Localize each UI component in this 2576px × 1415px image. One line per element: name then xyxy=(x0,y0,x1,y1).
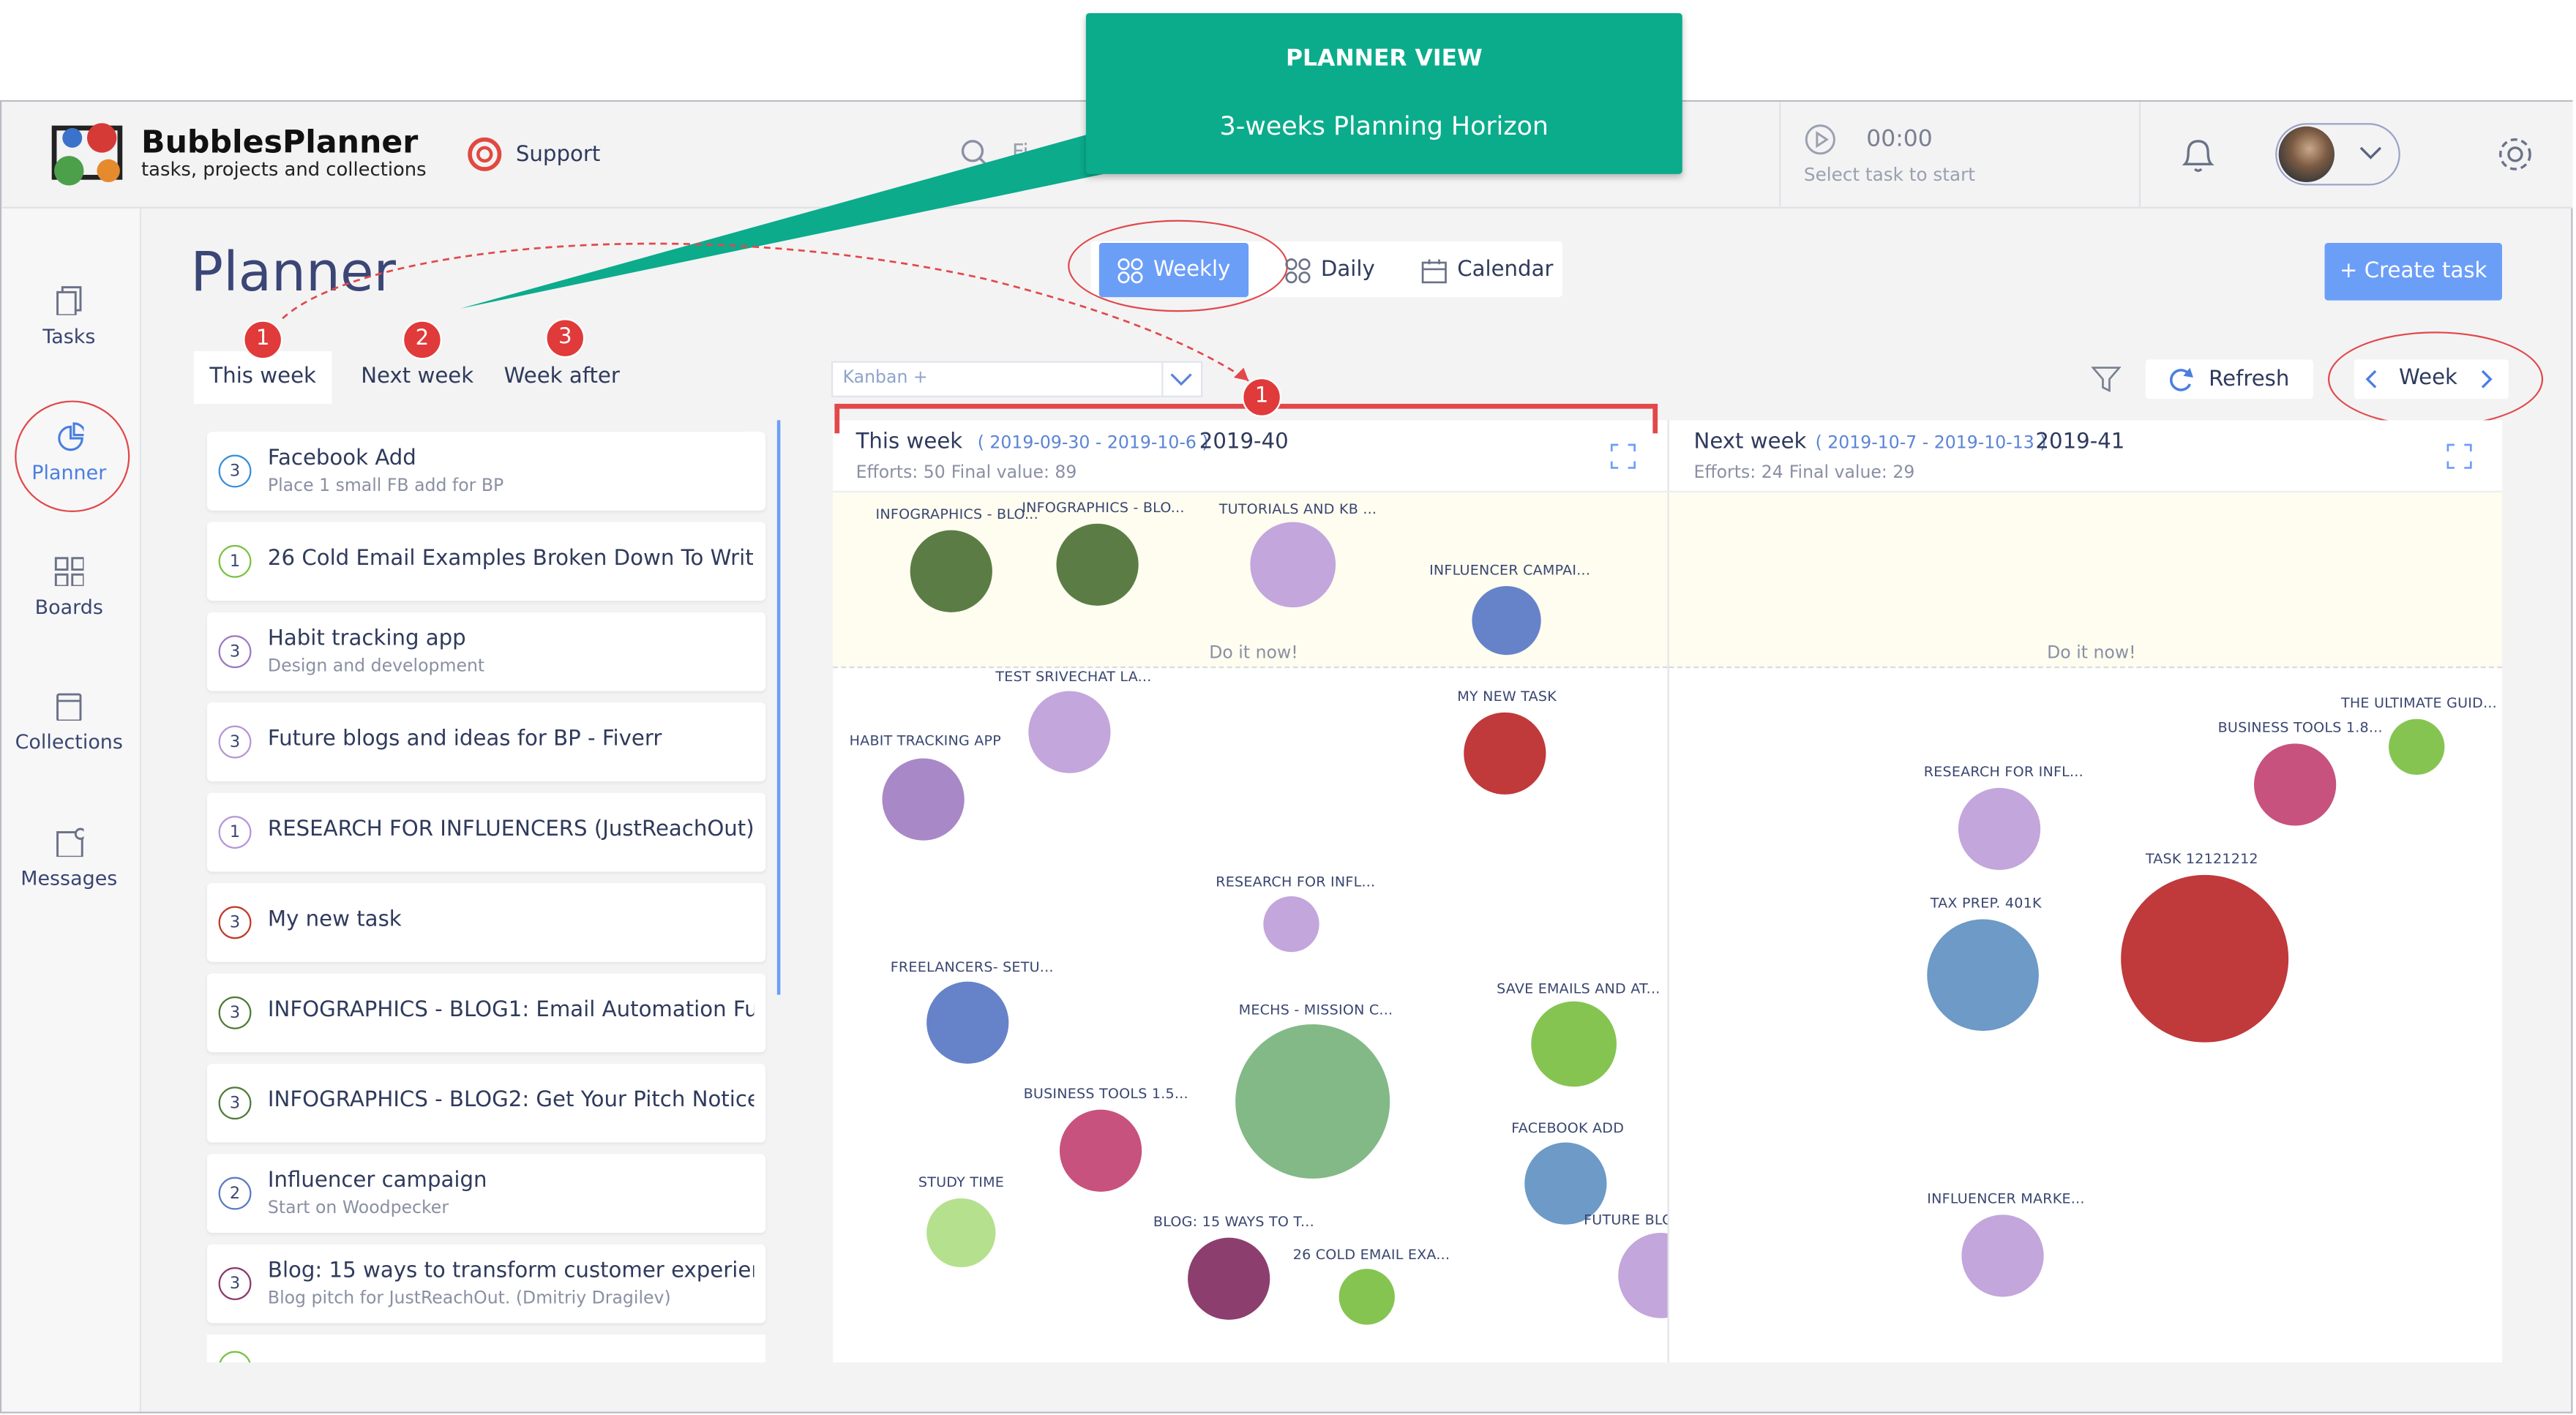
callout-title: PLANNER VIEW xyxy=(1285,45,1483,72)
callout-subtitle: 3-weeks Planning Horizon xyxy=(1219,111,1549,141)
callout-box: PLANNER VIEW 3-weeks Planning Horizon xyxy=(1085,12,1682,174)
annotation-overlay xyxy=(282,128,1249,382)
